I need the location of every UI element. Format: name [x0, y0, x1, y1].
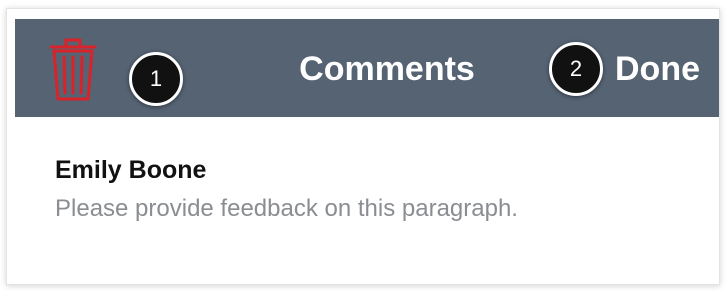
comments-panel: 1 Comments 2 Done Emily Boone Please pro… [6, 8, 720, 285]
comments-header-bar: 1 Comments 2 Done [15, 19, 719, 117]
callout-badge-1: 1 [129, 52, 183, 106]
comment-author: Emily Boone [55, 156, 207, 184]
comment-text: Please provide feedback on this paragrap… [55, 195, 518, 222]
done-button[interactable]: Done [615, 49, 700, 89]
delete-comment-button[interactable] [47, 37, 99, 103]
comment-item: Emily Boone Please provide feedback on t… [55, 153, 518, 225]
page-title: Comments [299, 50, 475, 88]
trash-icon [49, 38, 97, 101]
callout-badge-2: 2 [549, 42, 603, 96]
